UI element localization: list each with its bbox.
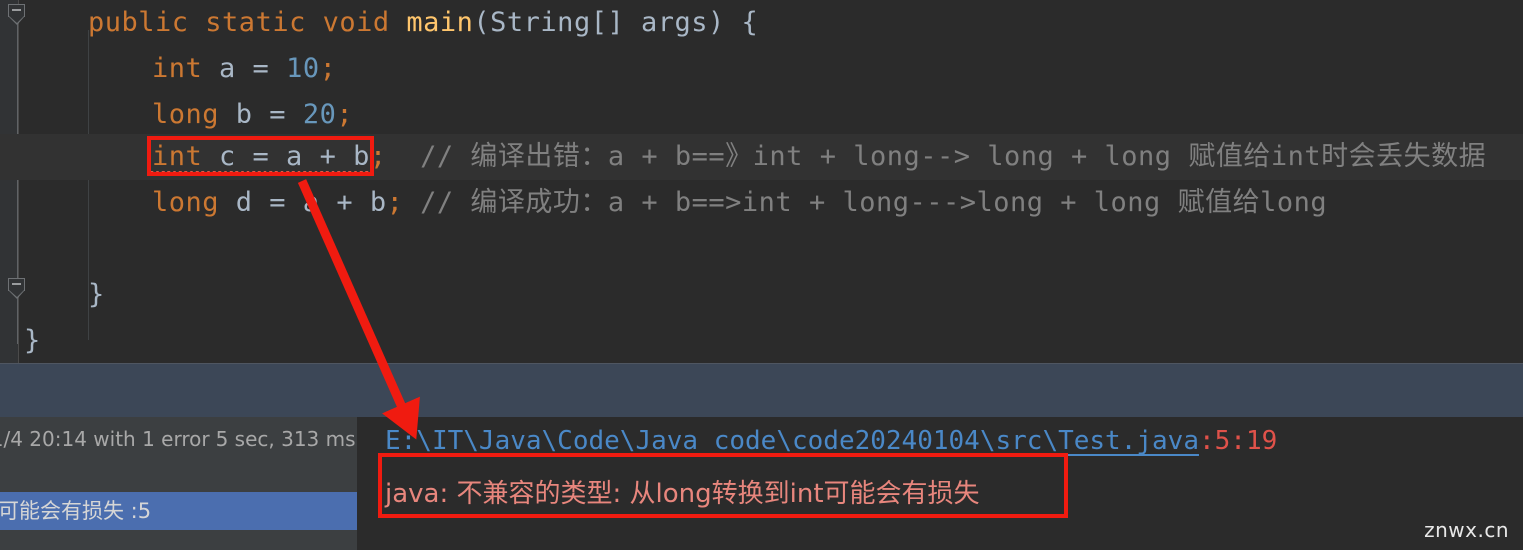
code-token-plain: (String[] args) { — [473, 7, 759, 38]
site-watermark: znwx.cn — [1424, 518, 1509, 542]
ide-screenshot: public static void main(String[] args) {… — [0, 0, 1523, 550]
code-token-cmt: // 编译成功：a + b==>int + long--->long + lon… — [403, 187, 1328, 218]
line-main-signature-text: public static void main(String[] args) { — [0, 7, 758, 38]
code-editor[interactable]: public static void main(String[] args) {… — [0, 0, 1523, 363]
error-message-text: java: 不兼容的类型: 从long转换到int可能会有损失 — [385, 479, 980, 509]
code-token-plain: } — [24, 325, 41, 356]
code-token-kw: int — [152, 141, 220, 172]
tool-window-separator-band — [0, 363, 1523, 418]
line-main-signature[interactable]: public static void main(String[] args) { — [0, 0, 1523, 46]
build-status-line: /1/4 20:14 with 1 error 5 sec, 313 ms — [0, 422, 357, 456]
code-token-kw: long — [152, 187, 236, 218]
code-token-cmt: // 编译出错：a + b==》int + long--> long + lon… — [386, 141, 1487, 172]
error-location-line[interactable]: E:\IT\Java\Code\Java_code\code20240104\s… — [385, 422, 1277, 460]
code-token-plain: a = — [219, 53, 287, 84]
code-token-plain: c = a + b — [219, 141, 370, 172]
code-token-kw: long — [152, 99, 236, 130]
code-token-num: 20 — [302, 99, 337, 130]
line-long-b-text: long b = 20; — [0, 99, 353, 130]
line-int-c-error-text: int c = a + b; // 编译出错：a + b==》int + lon… — [0, 141, 1486, 172]
line-close-class[interactable]: } — [0, 318, 1523, 364]
error-file-path-link[interactable]: E:\IT\Java\Code\Java_code\code20240104\s… — [385, 426, 1199, 456]
code-token-orange-semi: ; — [319, 53, 337, 84]
code-token-orange-semi: ; — [369, 141, 387, 172]
build-output-panel[interactable]: /1/4 20:14 with 1 error 5 sec, 313 ms E:\… — [0, 417, 1523, 550]
build-messages-panel[interactable]: E:\IT\Java\Code\Java_code\code20240104\s… — [357, 417, 1523, 550]
code-token-kw: static — [205, 7, 323, 38]
build-timestamp: /1/4 20:14 with 1 error — [0, 427, 210, 451]
code-token-kw: int — [152, 53, 220, 84]
code-token-fnn: main — [406, 7, 474, 38]
code-token-kw: public — [88, 7, 206, 38]
code-token-orange-semi: ; — [336, 99, 354, 130]
line-close-method-text: } — [0, 279, 105, 310]
line-int-a-text: int a = 10; — [0, 53, 336, 84]
line-close-method[interactable]: } — [0, 272, 1523, 318]
error-line-column: :5:19 — [1198, 426, 1278, 456]
code-token-num: 10 — [286, 53, 320, 84]
line-long-d-ok-text: long d = a + b; // 编译成功：a + b==>int + lo… — [0, 187, 1327, 218]
line-int-a[interactable]: int a = 10; — [0, 46, 1523, 92]
build-tree-selected-row-label: 可能会有损失 :5 — [0, 499, 152, 523]
line-close-class-text: } — [0, 325, 41, 356]
code-token-orange-semi: ; — [386, 187, 404, 218]
line-long-b[interactable]: long b = 20; — [0, 92, 1523, 138]
line-long-d-ok[interactable]: long d = a + b; // 编译成功：a + b==>int + lo… — [0, 180, 1523, 226]
error-squiggle-underline — [151, 171, 369, 175]
code-token-kw: void — [322, 7, 407, 38]
build-duration: 5 sec, 313 ms — [215, 427, 356, 451]
build-tree-panel[interactable]: /1/4 20:14 with 1 error 5 sec, 313 ms — [0, 417, 357, 550]
code-token-plain: } — [88, 279, 105, 310]
code-token-plain: b = — [235, 99, 303, 130]
code-token-plain: d = a + b — [235, 187, 387, 218]
